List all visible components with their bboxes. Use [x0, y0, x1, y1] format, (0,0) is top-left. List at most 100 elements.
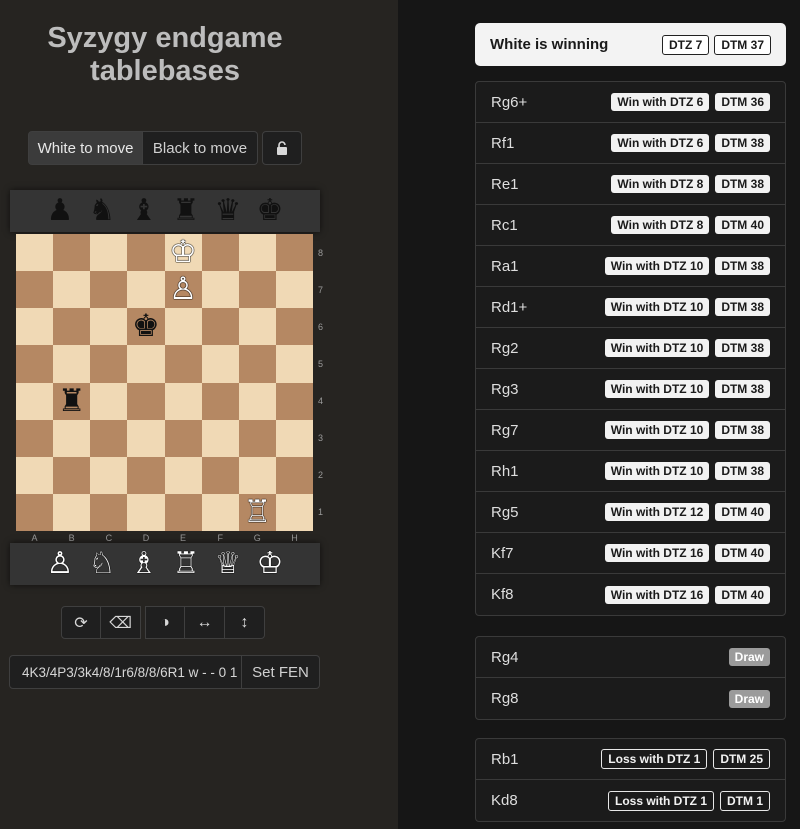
board-square[interactable]: [201, 345, 239, 383]
board-square[interactable]: [90, 382, 128, 420]
board-square[interactable]: [164, 345, 202, 383]
black-rook[interactable]: ♜: [58, 385, 86, 417]
tray-white-piece[interactable]: ♗: [125, 545, 163, 583]
board-square[interactable]: [16, 271, 54, 309]
move-row[interactable]: Rg2 Win with DTZ 10 DTM 38: [476, 328, 785, 369]
tray-black-piece[interactable]: ♟: [41, 192, 79, 230]
move-row[interactable]: Rg5 Win with DTZ 12 DTM 40: [476, 492, 785, 533]
board-square[interactable]: [16, 419, 54, 457]
move-row[interactable]: Rb1 Loss with DTZ 1 DTM 25: [476, 739, 785, 780]
board-square[interactable]: [16, 345, 54, 383]
board-square[interactable]: ♚: [127, 308, 165, 346]
chess-board[interactable]: ♔ ♙ ♚ ♜ ♖: [16, 234, 313, 531]
move-row[interactable]: Kf7 Win with DTZ 16 DTM 40: [476, 533, 785, 574]
white-to-move-button[interactable]: White to move: [28, 131, 143, 165]
board-square[interactable]: [16, 456, 54, 494]
mirror-horizontal-button[interactable]: ↔: [185, 606, 225, 639]
move-row[interactable]: Rg6+ Win with DTZ 6 DTM 36: [476, 82, 785, 123]
tray-white-piece[interactable]: ♔: [251, 545, 289, 583]
move-row[interactable]: Rg8 Draw: [476, 678, 785, 719]
tray-black-piece[interactable]: ♝: [125, 192, 163, 230]
board-square[interactable]: [201, 493, 239, 531]
board-square[interactable]: ♙: [164, 271, 202, 309]
board-square[interactable]: [238, 271, 276, 309]
board-square[interactable]: [16, 493, 54, 531]
board-square[interactable]: [275, 234, 313, 272]
board-square[interactable]: [238, 308, 276, 346]
tray-black-piece[interactable]: ♚: [251, 192, 289, 230]
board-square[interactable]: [275, 419, 313, 457]
board-square[interactable]: [90, 234, 128, 272]
move-row[interactable]: Rg7 Win with DTZ 10 DTM 38: [476, 410, 785, 451]
board-square[interactable]: [53, 308, 91, 346]
move-row[interactable]: Rc1 Win with DTZ 8 DTM 40: [476, 205, 785, 246]
board-square[interactable]: [127, 345, 165, 383]
board-square[interactable]: [201, 419, 239, 457]
move-row[interactable]: Kd8 Loss with DTZ 1 DTM 1: [476, 780, 785, 821]
eraser-button[interactable]: ⌫: [101, 606, 141, 639]
board-square[interactable]: [275, 308, 313, 346]
board-square[interactable]: [90, 308, 128, 346]
flip-board-button[interactable]: ⟳: [61, 606, 101, 639]
move-row[interactable]: Ra1 Win with DTZ 10 DTM 38: [476, 246, 785, 287]
fen-input[interactable]: 4K3/4P3/3k4/8/1r6/8/8/6R1 w - - 0 1: [9, 655, 242, 689]
board-square[interactable]: ♔: [164, 234, 202, 272]
move-row[interactable]: Rg3 Win with DTZ 10 DTM 38: [476, 369, 785, 410]
contrast-button[interactable]: ◑: [145, 606, 185, 639]
board-square[interactable]: [238, 382, 276, 420]
move-row[interactable]: Rh1 Win with DTZ 10 DTM 38: [476, 451, 785, 492]
board-square[interactable]: [164, 493, 202, 531]
board-square[interactable]: [238, 234, 276, 272]
board-square[interactable]: [53, 234, 91, 272]
board-square[interactable]: [127, 271, 165, 309]
board-square[interactable]: [90, 271, 128, 309]
board-square[interactable]: [127, 419, 165, 457]
board-square[interactable]: [127, 234, 165, 272]
move-row[interactable]: Kf8 Win with DTZ 16 DTM 40: [476, 574, 785, 615]
board-square[interactable]: [164, 382, 202, 420]
board-square[interactable]: [238, 419, 276, 457]
board-square[interactable]: [275, 493, 313, 531]
board-square[interactable]: ♖: [238, 493, 276, 531]
board-square[interactable]: [201, 456, 239, 494]
board-square[interactable]: [90, 345, 128, 383]
board-square[interactable]: [238, 345, 276, 383]
board-square[interactable]: [127, 493, 165, 531]
board-square[interactable]: [201, 271, 239, 309]
board-square[interactable]: [53, 345, 91, 383]
board-square[interactable]: [201, 308, 239, 346]
board-square[interactable]: [90, 456, 128, 494]
tray-white-piece[interactable]: ♕: [209, 545, 247, 583]
white-rook[interactable]: ♖: [243, 496, 271, 528]
board-square[interactable]: [275, 456, 313, 494]
tray-black-piece[interactable]: ♛: [209, 192, 247, 230]
board-square[interactable]: [201, 382, 239, 420]
board-square[interactable]: [16, 308, 54, 346]
black-to-move-button[interactable]: Black to move: [143, 131, 258, 165]
mirror-vertical-button[interactable]: ↕: [225, 606, 265, 639]
board-square[interactable]: [90, 419, 128, 457]
board-square[interactable]: [238, 456, 276, 494]
tray-white-piece[interactable]: ♘: [83, 545, 121, 583]
board-square[interactable]: [16, 382, 54, 420]
board-square[interactable]: ♜: [53, 382, 91, 420]
move-row[interactable]: Rd1+ Win with DTZ 10 DTM 38: [476, 287, 785, 328]
tray-white-piece[interactable]: ♙: [41, 545, 79, 583]
black-king[interactable]: ♚: [132, 311, 160, 342]
set-fen-button[interactable]: Set FEN: [242, 655, 320, 689]
board-square[interactable]: [127, 456, 165, 494]
tray-white-piece[interactable]: ♖: [167, 545, 205, 583]
board-square[interactable]: [164, 456, 202, 494]
board-square[interactable]: [275, 271, 313, 309]
move-row[interactable]: Rg4 Draw: [476, 637, 785, 678]
tray-black-piece[interactable]: ♞: [83, 192, 121, 230]
move-row[interactable]: Re1 Win with DTZ 8 DTM 38: [476, 164, 785, 205]
board-square[interactable]: [275, 382, 313, 420]
lock-button[interactable]: [262, 131, 302, 165]
board-square[interactable]: [164, 419, 202, 457]
white-pawn[interactable]: ♙: [169, 274, 197, 305]
board-square[interactable]: [275, 345, 313, 383]
board-square[interactable]: [90, 493, 128, 531]
move-row[interactable]: Rf1 Win with DTZ 6 DTM 38: [476, 123, 785, 164]
board-square[interactable]: [127, 382, 165, 420]
